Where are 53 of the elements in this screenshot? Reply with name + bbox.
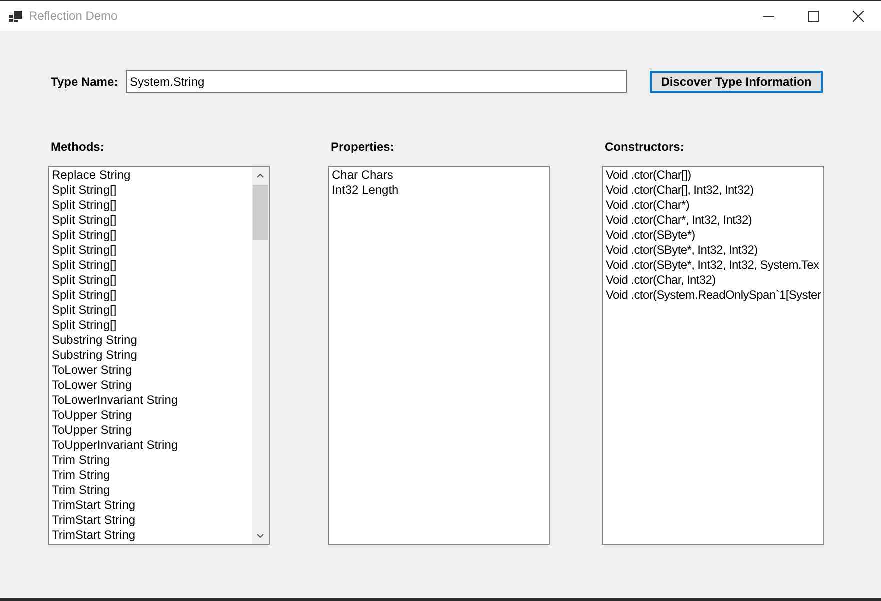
list-item[interactable]: Void .ctor(SByte*, Int32, Int32) <box>603 243 758 258</box>
list-item[interactable]: ToUpper String <box>49 408 136 423</box>
list-item[interactable]: Void .ctor(Char[], Int32, Int32) <box>603 183 754 198</box>
list-item[interactable]: Split String[] <box>49 228 120 243</box>
list-item[interactable]: Int32 Length <box>329 183 402 198</box>
column-label: Constructors: <box>605 140 684 155</box>
column-label: Methods: <box>51 140 104 155</box>
list-item[interactable]: TrimStart String <box>49 513 139 528</box>
list-item[interactable]: Char Chars <box>329 168 396 183</box>
constructors-listbox[interactable] <box>602 166 824 545</box>
list-item[interactable]: Split String[] <box>49 303 120 318</box>
list-item[interactable]: Void .ctor(SByte*) <box>603 228 696 243</box>
list-item[interactable]: ToUpperInvariant String <box>49 438 182 453</box>
list-item[interactable]: TrimStart String <box>49 498 139 513</box>
list-item[interactable]: Split String[] <box>49 213 120 228</box>
type-name-field[interactable]: System.String <box>126 70 627 93</box>
properties-listbox[interactable]: Char Chars Int32 Length <box>328 166 550 545</box>
list-item[interactable]: Split String[] <box>49 243 120 258</box>
list-item[interactable]: Split String[] <box>49 183 120 198</box>
list-item[interactable]: Void .ctor(Char*) <box>603 198 690 213</box>
column-label: Properties: <box>331 140 394 155</box>
chevron-up-icon <box>257 174 264 178</box>
maximize-icon <box>808 10 819 22</box>
list-item[interactable]: Substring String <box>49 333 140 348</box>
list-item[interactable]: Split String[] <box>49 273 120 288</box>
scrollbar-thumb[interactable] <box>253 185 268 240</box>
chevron-down-icon <box>257 534 264 538</box>
list-item[interactable]: ToLower String <box>49 363 136 378</box>
list-item[interactable]: Trim String <box>49 453 114 468</box>
list-item[interactable]: Substring String <box>49 348 140 363</box>
app-icon <box>9 10 22 22</box>
list-item[interactable]: Split String[] <box>49 288 120 303</box>
scrollbar[interactable] <box>252 167 269 544</box>
list-item[interactable]: Split String[] <box>49 318 120 333</box>
list-item[interactable]: Trim String <box>49 468 114 483</box>
list-item[interactable]: Void .ctor(System.ReadOnlySpan`1[Syster <box>603 288 822 303</box>
list-item[interactable]: Replace String <box>49 168 134 183</box>
list-item[interactable]: ToLowerInvariant String <box>49 393 182 408</box>
list-item[interactable]: Void .ctor(Char[]) <box>603 168 692 183</box>
list-item[interactable]: Void .ctor(Char*, Int32, Int32) <box>603 213 752 228</box>
list-item[interactable]: Void .ctor(SByte*, Int32, Int32, System.Tex <box>603 258 820 273</box>
list-item[interactable]: ToLower String <box>49 378 136 393</box>
list-item[interactable]: Void .ctor(Char, Int32) <box>603 273 716 288</box>
list-item[interactable]: TrimStart String <box>49 528 139 543</box>
list-item[interactable]: Trim String <box>49 483 114 498</box>
type-name-label: Type Name: <box>51 74 120 88</box>
list-item[interactable]: Split String[] <box>49 258 120 273</box>
close-icon <box>853 10 864 22</box>
methods-listbox[interactable] <box>48 166 270 545</box>
window-title: Reflection Demo <box>29 9 119 23</box>
list-item[interactable]: ToUpper String <box>49 423 136 438</box>
list-item[interactable]: Split String[] <box>49 198 120 213</box>
discover-type-information-button[interactable]: Discover Type Information <box>650 70 823 92</box>
